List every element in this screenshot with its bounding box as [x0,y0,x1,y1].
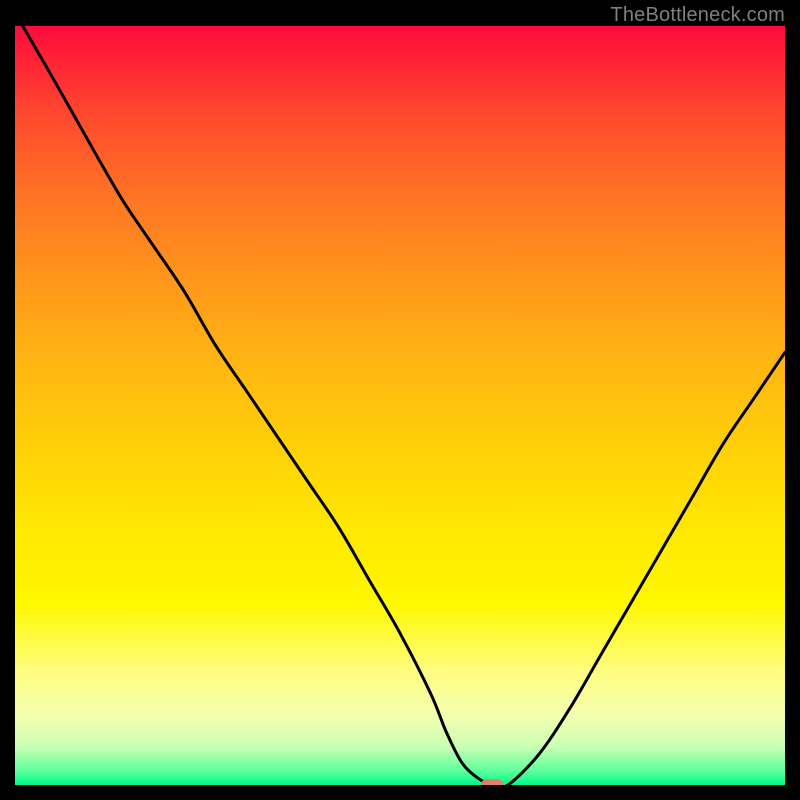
curve-layer [15,26,785,785]
bottleneck-chart: TheBottleneck.com [0,0,800,800]
watermark-text: TheBottleneck.com [610,4,785,27]
plot-area [15,26,785,785]
bottleneck-curve [23,26,785,785]
optimal-point-marker [481,779,503,785]
